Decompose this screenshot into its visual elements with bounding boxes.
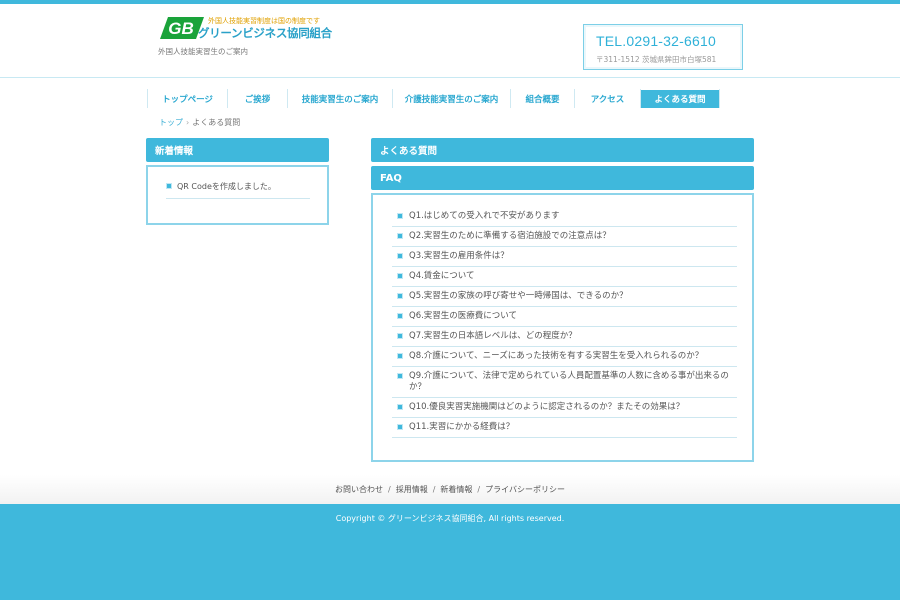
square-bullet-icon	[397, 273, 403, 279]
footer-link[interactable]: プライバシーポリシー	[485, 484, 565, 495]
nav-item[interactable]: ご挨拶	[227, 89, 287, 108]
faq-question-link[interactable]: Q5.実習生の家族の呼び寄せや一時帰国は、できるのか？	[392, 287, 737, 307]
square-bullet-icon	[397, 424, 403, 430]
sidebar-news-title: 新着情報	[146, 138, 329, 162]
breadcrumb: トップ › よくある質問	[159, 117, 240, 128]
logo-name: グリーンビジネス協同組合	[198, 26, 332, 40]
faq-question-text: Q6.実習生の医療費について	[409, 311, 518, 321]
nav-item-label: 組合概要	[525, 94, 560, 105]
site-header: GB 外国人技能実習制度は国の制度です グリーンビジネス協同組合 外国人技能実習…	[0, 4, 900, 78]
footer-link-separator: /	[388, 485, 391, 494]
main-navigation: トップページ ご挨拶 技能実習生のご案内 介護技能実習生のご案内 組合概要 アクセス よくあ…	[147, 89, 720, 109]
breadcrumb-current: よくある質問	[192, 118, 241, 127]
news-item[interactable]: QR Codeを作成しました。	[166, 181, 310, 199]
site-logo[interactable]: GB 外国人技能実習制度は国の制度です グリーンビジネス協同組合	[160, 16, 332, 46]
nav-item[interactable]: 技能実習生のご案内	[287, 89, 392, 108]
nav-item-label: トップページ	[162, 94, 213, 105]
page-title: よくある質問	[371, 138, 754, 162]
faq-question-link[interactable]: Q1.はじめての受入れで不安があります	[392, 207, 737, 227]
faq-question-link[interactable]: Q2.実習生のために準備する宿泊施設での注意点は？	[392, 227, 737, 247]
footer-link[interactable]: お問い合わせ	[335, 484, 383, 495]
faq-question-text: Q9.介護について、法律で定められている人員配置基準の人数に含める事が出来るのか…	[409, 371, 729, 392]
phone-number: TEL.0291-32-6610	[596, 33, 716, 49]
site-subtitle: 外国人技能実習生のご案内	[158, 47, 248, 56]
faq-question-link[interactable]: Q4.賃金について	[392, 267, 737, 287]
footer-link-separator: /	[432, 485, 436, 494]
faq-question-text: Q7.実習生の日本語レベルは、どの程度か？	[409, 331, 577, 341]
faq-question-text: Q3.実習生の雇用条件は？	[409, 251, 509, 261]
nav-item[interactable]: 組合概要	[510, 89, 574, 108]
faq-question-text: Q8.介護について、ニーズにあった技術を有する実習生を受入れられるのか？	[409, 351, 704, 361]
breadcrumb-separator: ›	[186, 118, 190, 127]
faq-question-link[interactable]: Q8.介護について、ニーズにあった技術を有する実習生を受入れられるのか？	[392, 347, 737, 367]
postal-address: 〒311-1512 茨城県鉾田市白塚581	[596, 55, 717, 64]
faq-box: Q1.はじめての受入れで不安があります Q2.実習生のために準備する宿泊施設での注…	[371, 193, 754, 462]
square-bullet-icon	[397, 353, 403, 359]
sidebar-news-box: QR Codeを作成しました。	[146, 165, 329, 225]
faq-question-text: Q10.優良実習実施機関はどのように認定されるのか？またその効果は？	[409, 402, 685, 412]
footer-links: お問い合わせ / 採用情報 / 新着情報 / プライバシーポリシー	[0, 475, 900, 504]
faq-question-link[interactable]: Q3.実習生の雇用条件は？	[392, 247, 737, 267]
square-bullet-icon	[397, 253, 403, 259]
nav-item-label: 介護技能実習生のご案内	[404, 94, 499, 105]
site-footer: Copyright © グリーンビジネス協同組合, All rights res…	[0, 504, 900, 600]
faq-question-link[interactable]: Q7.実習生の日本語レベルは、どの程度か？	[392, 327, 737, 347]
square-bullet-icon	[397, 313, 403, 319]
nav-item-label: 技能実習生のご案内	[301, 94, 379, 105]
faq-question-text: Q2.実習生のために準備する宿泊施設での注意点は？	[409, 231, 611, 241]
footer-link[interactable]: 採用情報	[396, 484, 428, 495]
breadcrumb-home-link[interactable]: トップ	[159, 118, 183, 127]
footer-link[interactable]: 新着情報	[440, 484, 472, 495]
faq-question-link[interactable]: Q11.実習にかかる経費は？	[392, 418, 737, 438]
nav-item-label: よくある質問	[641, 89, 719, 108]
contact-box: TEL.0291-32-6610 〒311-1512 茨城県鉾田市白塚581	[583, 24, 743, 70]
faq-question-text: Q4.賃金について	[409, 271, 475, 281]
square-bullet-icon	[397, 233, 403, 239]
copyright: Copyright © グリーンビジネス協同組合, All rights res…	[335, 514, 565, 523]
square-bullet-icon	[397, 333, 403, 339]
square-bullet-icon	[397, 404, 403, 410]
faq-question-link[interactable]: Q6.実習生の医療費について	[392, 307, 737, 327]
faq-question-text: Q1.はじめての受入れで不安があります	[409, 211, 560, 221]
square-bullet-icon	[397, 213, 403, 219]
square-bullet-icon	[397, 293, 403, 299]
svg-text:GB: GB	[168, 19, 194, 38]
faq-list: Q1.はじめての受入れで不安があります Q2.実習生のために準備する宿泊施設での注…	[392, 207, 737, 438]
faq-question-link[interactable]: Q10.優良実習実施機関はどのように認定されるのか？またその効果は？	[392, 398, 737, 418]
news-item-text: QR Codeを作成しました。	[177, 182, 276, 191]
footer-link-separator: /	[477, 485, 481, 494]
nav-item[interactable]: よくある質問	[640, 89, 720, 108]
nav-item[interactable]: アクセス	[574, 89, 640, 108]
faq-section-title: FAQ	[371, 166, 754, 190]
faq-question-link[interactable]: Q9.介護について、法律で定められている人員配置基準の人数に含める事が出来るのか…	[392, 367, 737, 398]
square-bullet-icon	[166, 183, 172, 189]
faq-question-text: Q11.実習にかかる経費は？	[409, 422, 515, 432]
square-bullet-icon	[397, 373, 403, 379]
faq-question-text: Q5.実習生の家族の呼び寄せや一時帰国は、できるのか？	[409, 291, 628, 301]
nav-item-label: アクセス	[590, 94, 625, 105]
nav-item[interactable]: トップページ	[147, 89, 227, 108]
nav-item-label: ご挨拶	[244, 94, 271, 105]
nav-item[interactable]: 介護技能実習生のご案内	[392, 89, 510, 108]
